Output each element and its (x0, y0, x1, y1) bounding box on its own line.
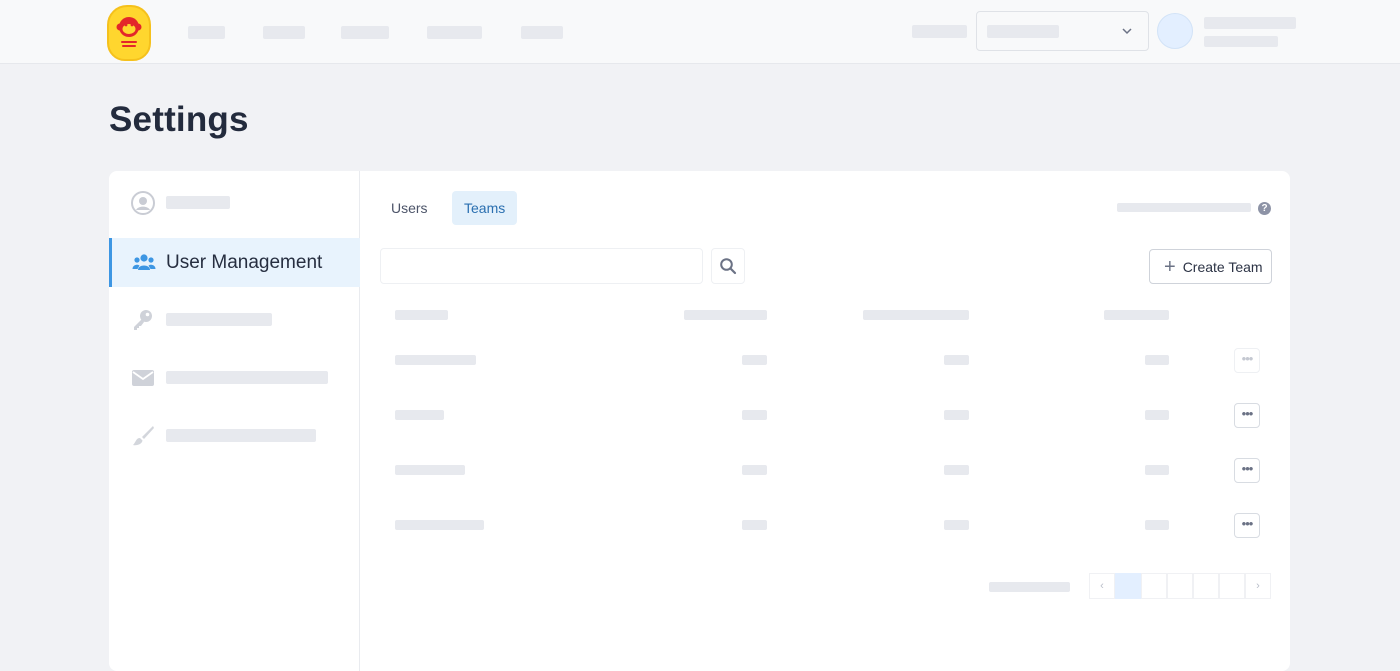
create-team-label: Create Team (1182, 258, 1263, 275)
pagination-page-button[interactable] (1115, 573, 1141, 599)
cell-placeholder (742, 520, 767, 530)
search-input[interactable] (380, 248, 703, 284)
team-name-placeholder[interactable] (395, 520, 484, 530)
column-header[interactable] (863, 310, 969, 320)
plus-icon: + (1164, 255, 1176, 278)
users-icon (132, 254, 156, 270)
cell-placeholder (944, 410, 969, 420)
nav-item[interactable] (341, 26, 389, 39)
tab-teams[interactable]: Teams (452, 191, 518, 225)
pagination-page-button[interactable] (1193, 573, 1219, 599)
header-link[interactable] (912, 25, 967, 38)
sidebar-item-email[interactable] (109, 354, 360, 403)
top-bar (0, 0, 1400, 64)
column-header[interactable] (395, 310, 448, 320)
create-team-button[interactable]: + Create Team (1149, 249, 1272, 284)
pagination-prev-button[interactable]: ‹ (1089, 573, 1115, 599)
avatar[interactable] (1157, 13, 1193, 49)
tab-users[interactable]: Users (379, 191, 440, 225)
search-icon (720, 258, 737, 275)
cell-placeholder (1145, 355, 1169, 365)
user-role-placeholder (1204, 36, 1278, 47)
nav-item[interactable] (188, 26, 225, 39)
sidebar-item-user-management[interactable]: User Management (109, 238, 360, 287)
settings-card: User Management Users Teams ? + Create T… (109, 171, 1290, 671)
pagination-page-button[interactable] (1219, 573, 1245, 599)
sidebar-label-placeholder (166, 196, 230, 209)
search-button[interactable] (711, 248, 745, 284)
sidebar-item-appearance[interactable] (109, 412, 360, 461)
cell-placeholder (1145, 410, 1169, 420)
pagination-page-button[interactable] (1167, 573, 1193, 599)
row-actions-button[interactable]: ••• (1234, 403, 1260, 428)
pagination-summary-placeholder (989, 582, 1070, 592)
sidebar-label-placeholder (166, 371, 328, 384)
select-value-placeholder (987, 25, 1059, 38)
team-name-placeholder[interactable] (395, 410, 444, 420)
row-actions-button[interactable]: ••• (1234, 458, 1260, 483)
row-actions-button[interactable]: ••• (1234, 348, 1260, 373)
nav-item[interactable] (521, 26, 563, 39)
sidebar-label-placeholder (166, 313, 272, 326)
cell-placeholder (742, 355, 767, 365)
person-icon (131, 191, 155, 215)
column-header[interactable] (1104, 310, 1169, 320)
workspace-select[interactable] (976, 11, 1149, 51)
question-icon[interactable]: ? (1258, 202, 1271, 215)
key-icon (134, 310, 152, 330)
page-title: Settings (109, 100, 249, 139)
chevron-down-icon (1122, 28, 1132, 35)
settings-sidebar: User Management (109, 171, 360, 671)
team-name-placeholder[interactable] (395, 465, 465, 475)
monkey-logo-icon (116, 17, 142, 47)
cell-placeholder (944, 465, 969, 475)
cell-placeholder (1145, 465, 1169, 475)
brush-icon (133, 426, 154, 446)
nav-item[interactable] (427, 26, 482, 39)
cell-placeholder (944, 355, 969, 365)
help-text-placeholder (1117, 203, 1251, 212)
sidebar-label-placeholder (166, 429, 316, 442)
cell-placeholder (944, 520, 969, 530)
sidebar-item-label: User Management (166, 252, 323, 273)
column-header[interactable] (684, 310, 767, 320)
nav-item[interactable] (263, 26, 305, 39)
pagination-page-button[interactable] (1141, 573, 1167, 599)
sidebar-item-profile[interactable] (109, 179, 360, 228)
brand-logo[interactable] (107, 5, 151, 61)
user-name-placeholder (1204, 17, 1296, 29)
row-actions-button[interactable]: ••• (1234, 513, 1260, 538)
cell-placeholder (1145, 520, 1169, 530)
cell-placeholder (742, 410, 767, 420)
cell-placeholder (742, 465, 767, 475)
sidebar-item-keys[interactable] (109, 296, 360, 345)
pagination-next-button[interactable]: › (1245, 573, 1271, 599)
envelope-icon (132, 370, 154, 386)
team-name-placeholder[interactable] (395, 355, 476, 365)
